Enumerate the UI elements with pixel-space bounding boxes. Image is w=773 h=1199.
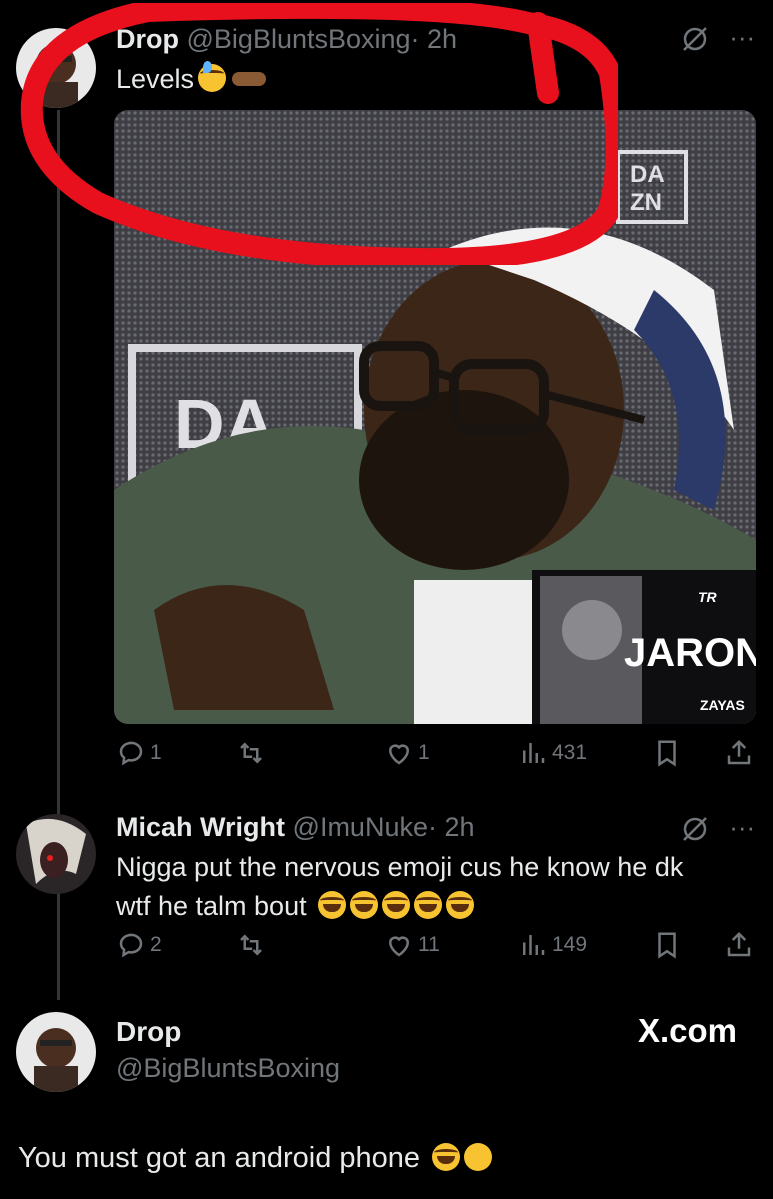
joy-emoji — [318, 891, 347, 919]
username[interactable]: @BigBluntsBoxing — [116, 1053, 340, 1084]
like-count: 1 — [418, 741, 430, 764]
avatar[interactable] — [16, 814, 96, 894]
more-icon[interactable]: ··· — [729, 22, 755, 52]
display-name[interactable]: Micah Wright — [116, 812, 285, 842]
tweet-top-icons: ··· — [680, 812, 755, 844]
share-icon — [727, 739, 751, 765]
more-icon[interactable]: ··· — [729, 812, 755, 842]
reply-icon — [119, 741, 143, 766]
grok-icon[interactable] — [680, 814, 710, 844]
reply-text: You must got an android phone — [18, 1142, 493, 1175]
avatar[interactable] — [16, 1012, 96, 1092]
share-button[interactable] — [724, 738, 754, 768]
heart-icon — [388, 744, 410, 765]
like-button[interactable]: 1 — [384, 738, 430, 768]
card-tr: TR — [698, 589, 718, 605]
bookmark-button[interactable] — [652, 738, 682, 768]
display-name[interactable]: Drop — [116, 1016, 181, 1048]
repost-icon — [240, 742, 262, 764]
tweet-actions: 2 11 149 — [116, 930, 756, 970]
heart-icon — [388, 936, 410, 957]
username[interactable]: @ImuNuke — [293, 812, 428, 842]
reply-text-content: You must got an android phone — [18, 1142, 421, 1174]
joy-emoji — [414, 891, 443, 919]
card-surname: ZAYAS — [700, 697, 745, 713]
tweet-text-line2: wtf he talm bout — [116, 891, 307, 921]
svg-text:ZN: ZN — [630, 189, 662, 216]
reply-count: 2 — [150, 933, 162, 956]
reply-count: 1 — [150, 741, 162, 764]
views-icon — [523, 935, 545, 955]
card-name: JARON — [624, 631, 756, 675]
svg-text:DA: DA — [630, 161, 665, 188]
tweet-text: Nigga put the nervous emoji cus he know … — [116, 848, 683, 926]
tweet-actions: 1 1 431 — [116, 738, 756, 778]
tweet-text-line-2: wtf he talm bout — [116, 887, 683, 926]
bookmark-button[interactable] — [652, 930, 682, 960]
red-annotation-circle — [20, 3, 618, 265]
x-logo: X.com — [637, 1012, 737, 1049]
repost-button[interactable] — [236, 738, 266, 768]
bookmark-icon — [658, 740, 676, 767]
crying-emoji — [464, 1143, 493, 1171]
share-button[interactable] — [724, 930, 754, 960]
share-icon — [727, 931, 751, 957]
grok-icon[interactable] — [680, 24, 710, 54]
reply-button[interactable]: 2 — [116, 930, 162, 960]
joy-emoji — [350, 891, 379, 919]
views-icon — [523, 743, 545, 763]
like-count: 11 — [418, 933, 440, 956]
view-count: 431 — [552, 741, 588, 764]
like-button[interactable]: 11 — [384, 930, 440, 960]
tweet-top-icons: ··· — [680, 22, 755, 54]
views-button[interactable]: 431 — [518, 738, 587, 768]
bookmark-icon — [658, 932, 676, 959]
tweet-header: Micah Wright @ImuNuke· 2h — [116, 812, 475, 843]
repost-button[interactable] — [236, 930, 266, 960]
timestamp[interactable]: · 2h — [428, 812, 475, 842]
joy-emoji — [382, 891, 411, 919]
reply-button[interactable]: 1 — [116, 738, 162, 768]
tweet-text-line: Nigga put the nervous emoji cus he know … — [116, 852, 684, 882]
rolling-laughing-emoji — [432, 1143, 461, 1171]
views-button[interactable]: 149 — [518, 930, 587, 960]
view-count: 149 — [552, 933, 588, 956]
reply-icon — [119, 933, 143, 958]
repost-icon — [240, 934, 262, 956]
joy-emoji — [446, 891, 475, 919]
